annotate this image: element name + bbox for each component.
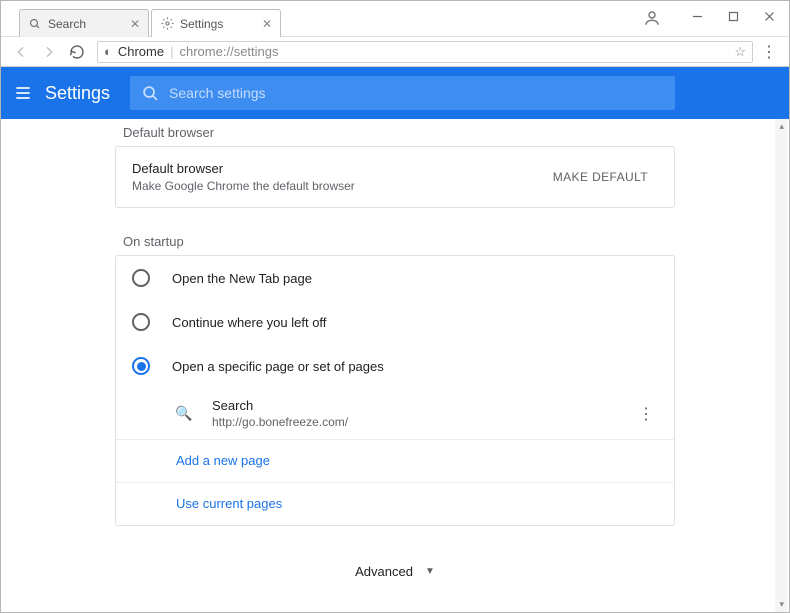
startup-option-continue[interactable]: Continue where you left off: [116, 300, 674, 344]
section-heading-on-startup: On startup: [115, 228, 675, 255]
advanced-toggle[interactable]: Advanced ▼: [115, 546, 675, 597]
tab-search[interactable]: Search ✕: [19, 9, 149, 37]
omnibox[interactable]: ◐ Chrome | chrome://settings ☆: [97, 41, 753, 63]
scrollbar[interactable]: ▴ ▾: [775, 119, 787, 612]
forward-button[interactable]: [37, 40, 61, 64]
startup-page-name: Search: [212, 398, 634, 413]
scroll-down-icon[interactable]: ▾: [779, 599, 784, 610]
tab-strip: Search ✕ Settings ✕: [19, 9, 283, 37]
chrome-icon: ◐: [104, 44, 112, 59]
tab-settings[interactable]: Settings ✕: [151, 9, 281, 37]
address-bar: ◐ Chrome | chrome://settings ☆ ⋮: [1, 37, 789, 67]
tab-label: Search: [48, 17, 86, 31]
close-icon[interactable]: ✕: [256, 17, 272, 31]
startup-page-row: 🔍 Search http://go.bonefreeze.com/ ⋮: [116, 388, 674, 439]
default-browser-subtitle: Make Google Chrome the default browser: [132, 179, 355, 193]
omnibox-scheme: Chrome: [118, 44, 164, 59]
menu-icon[interactable]: [13, 83, 33, 103]
profile-icon[interactable]: [643, 9, 663, 29]
startup-option-specific[interactable]: Open a specific page or set of pages: [116, 344, 674, 388]
omnibox-url-origin: chrome://: [180, 44, 234, 59]
titlebar: Search ✕ Settings ✕: [1, 1, 789, 37]
chrome-menu-button[interactable]: ⋮: [757, 42, 781, 62]
add-page-row: Add a new page: [116, 439, 674, 482]
settings-content: ▴ ▾ Default browser Default browser Make…: [1, 119, 789, 612]
omnibox-url-path: settings: [234, 44, 279, 59]
startup-option-newtab[interactable]: Open the New Tab page: [116, 256, 674, 300]
radio-button[interactable]: [132, 313, 150, 331]
use-current-row: Use current pages: [116, 482, 674, 525]
add-new-page-link[interactable]: Add a new page: [176, 453, 270, 468]
maximize-button[interactable]: [715, 3, 751, 29]
tab-label: Settings: [180, 17, 223, 31]
settings-search-input[interactable]: [169, 85, 663, 101]
bookmark-star-icon[interactable]: ☆: [734, 44, 746, 60]
page-actions-button[interactable]: ⋮: [634, 404, 658, 424]
advanced-label: Advanced: [355, 564, 413, 579]
search-icon: [28, 17, 42, 31]
reload-button[interactable]: [65, 40, 89, 64]
startup-page-url: http://go.bonefreeze.com/: [212, 415, 634, 429]
make-default-button[interactable]: MAKE DEFAULT: [543, 164, 658, 190]
settings-search[interactable]: [130, 76, 675, 110]
magnifier-icon: 🔍: [176, 406, 192, 422]
radio-label: Continue where you left off: [172, 315, 326, 330]
minimize-button[interactable]: [679, 3, 715, 29]
page-title: Settings: [45, 83, 110, 104]
scroll-up-icon[interactable]: ▴: [779, 121, 784, 132]
close-icon[interactable]: ✕: [124, 17, 140, 31]
default-browser-title: Default browser: [132, 161, 355, 176]
radio-button-checked[interactable]: [132, 357, 150, 375]
back-button[interactable]: [9, 40, 33, 64]
window-controls: [679, 3, 787, 31]
default-browser-card: Default browser Make Google Chrome the d…: [115, 146, 675, 208]
gear-icon: [160, 17, 174, 31]
radio-button[interactable]: [132, 269, 150, 287]
radio-label: Open the New Tab page: [172, 271, 312, 286]
on-startup-card: Open the New Tab page Continue where you…: [115, 255, 675, 526]
use-current-pages-link[interactable]: Use current pages: [176, 496, 282, 511]
radio-label: Open a specific page or set of pages: [172, 359, 384, 374]
close-button[interactable]: [751, 3, 787, 29]
section-heading-default-browser: Default browser: [115, 119, 675, 146]
chevron-down-icon: ▼: [425, 566, 435, 577]
browser-window: Search ✕ Settings ✕: [0, 0, 790, 613]
settings-header: Settings: [1, 67, 789, 119]
search-icon: [142, 85, 159, 102]
